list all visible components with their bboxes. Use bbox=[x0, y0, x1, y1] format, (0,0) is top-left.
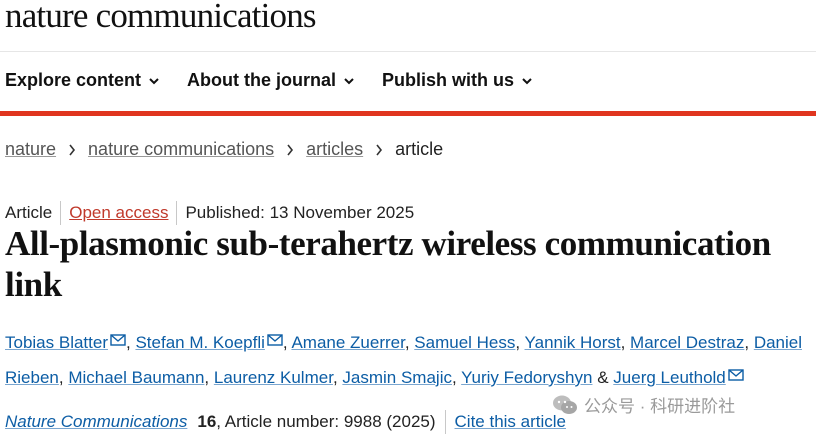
author-link[interactable]: Michael Baumann bbox=[68, 368, 204, 387]
breadcrumb: nature nature communications articles ar… bbox=[5, 139, 443, 160]
watermark: 公众号 · 科研进阶社 bbox=[552, 392, 735, 417]
citation-line: Nature Communications 16 , Article numbe… bbox=[5, 410, 566, 434]
breadcrumb-articles[interactable]: articles bbox=[306, 139, 363, 160]
nav-publish-with-us[interactable]: Publish with us bbox=[382, 70, 532, 91]
author-list: Tobias Blatter, Stefan M. Koepfli, Amane… bbox=[5, 333, 803, 387]
author-link[interactable]: Laurenz Kulmer bbox=[214, 368, 333, 387]
author-link[interactable]: Tobias Blatter bbox=[5, 333, 108, 352]
nav-label: Explore content bbox=[5, 70, 142, 90]
chevron-right-icon bbox=[287, 144, 294, 155]
nav-label: Publish with us bbox=[382, 70, 515, 90]
author-link[interactable]: Jasmin Smajic bbox=[342, 368, 452, 387]
watermark-text: 公众号 · 科研进阶社 bbox=[584, 397, 736, 416]
chevron-down-icon bbox=[149, 77, 159, 84]
published-date: Published: 13 November 2025 bbox=[185, 203, 415, 222]
nav-about-journal[interactable]: About the journal bbox=[187, 70, 354, 91]
email-icon[interactable] bbox=[267, 334, 283, 346]
open-access-link[interactable]: Open access bbox=[69, 203, 168, 223]
chevron-down-icon bbox=[344, 77, 354, 84]
email-icon[interactable] bbox=[728, 369, 744, 381]
volume-number: 16 bbox=[197, 412, 217, 431]
author-link[interactable]: Yannik Horst bbox=[525, 333, 621, 352]
breadcrumb-nature[interactable]: nature bbox=[5, 139, 56, 160]
email-icon[interactable] bbox=[110, 334, 126, 346]
article-number: , Article number: 9988 (2025) bbox=[216, 412, 436, 431]
meta-divider bbox=[176, 201, 178, 225]
article-title: All-plasmonic sub-terahertz wireless com… bbox=[5, 224, 771, 304]
author-link[interactable]: Juerg Leuthold bbox=[613, 368, 725, 387]
author-link[interactable]: Amane Zuerrer bbox=[291, 333, 404, 352]
article-meta: Article Open access Published: 13 Novemb… bbox=[5, 201, 414, 225]
meta-divider bbox=[60, 201, 62, 225]
author-link[interactable]: Samuel Hess bbox=[414, 333, 515, 352]
accent-bar bbox=[0, 111, 816, 116]
journal-link[interactable]: Nature Communications bbox=[5, 412, 187, 432]
nav-explore-content[interactable]: Explore content bbox=[5, 70, 159, 91]
breadcrumb-current: article bbox=[395, 139, 444, 159]
author-link[interactable]: Yuriy Fedoryshyn bbox=[461, 368, 592, 387]
chevron-right-icon bbox=[376, 144, 383, 155]
author-link[interactable]: Marcel Destraz bbox=[630, 333, 744, 352]
chevron-right-icon bbox=[69, 144, 76, 155]
cite-this-article-link[interactable]: Cite this article bbox=[455, 412, 566, 432]
meta-divider bbox=[444, 410, 446, 434]
chevron-down-icon bbox=[522, 77, 532, 84]
author-conjunction: & bbox=[597, 368, 609, 387]
header-divider bbox=[0, 51, 816, 52]
article-type: Article bbox=[5, 203, 53, 222]
nav-label: About the journal bbox=[187, 70, 337, 90]
breadcrumb-nature-communications[interactable]: nature communications bbox=[88, 139, 274, 160]
journal-brand[interactable]: nature communications bbox=[5, 0, 317, 36]
main-nav: Explore content About the journal Publis… bbox=[5, 70, 560, 91]
author-link[interactable]: Stefan M. Koepfli bbox=[135, 333, 264, 352]
wechat-logo-icon bbox=[553, 395, 577, 414]
